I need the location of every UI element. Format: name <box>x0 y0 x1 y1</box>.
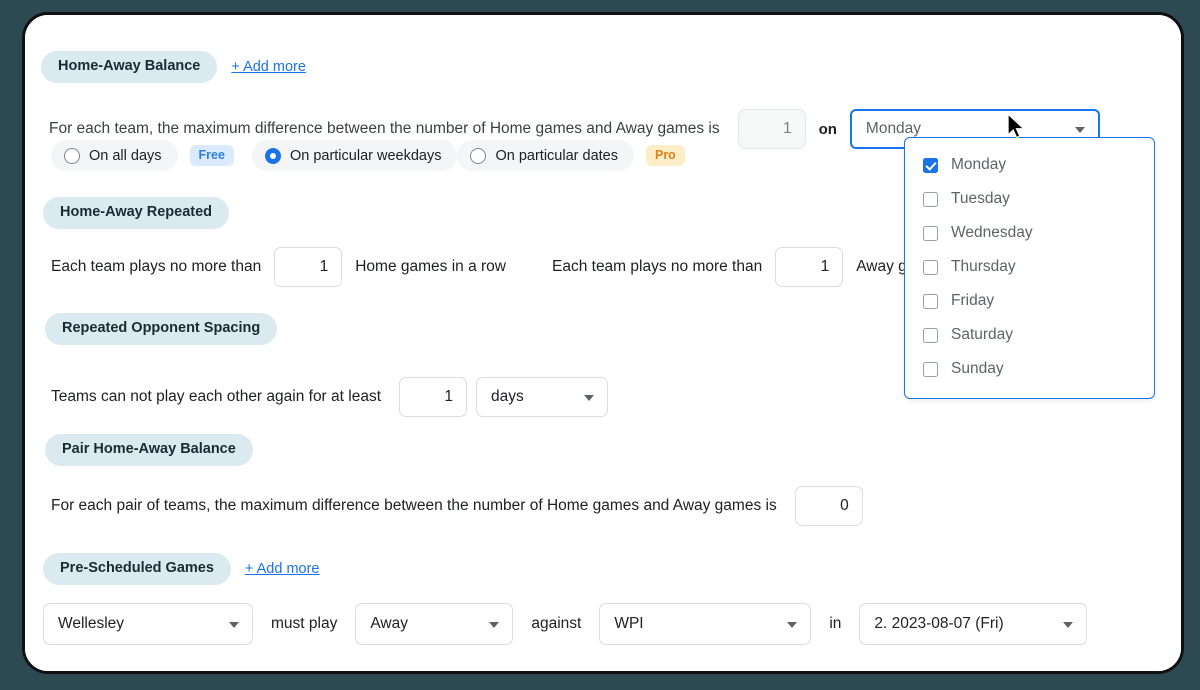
checkbox-icon[interactable] <box>923 293 938 309</box>
chevron-down-icon <box>1074 127 1085 133</box>
checkbox-icon[interactable] <box>923 327 938 343</box>
home-repeat-prefix: Each team plays no more than <box>51 258 262 275</box>
section-header-pre-scheduled-games: Pre-Scheduled Games + Add more <box>43 553 319 585</box>
venue-select-value: Away <box>370 615 408 632</box>
add-more-link-pre-scheduled-games[interactable]: + Add more <box>245 561 320 577</box>
slot-select-value: 2. 2023-08-07 (Fri) <box>874 615 1004 632</box>
opponent-select[interactable]: WPI <box>599 603 812 645</box>
add-more-link-home-away-balance[interactable]: + Add more <box>231 59 306 75</box>
app-window: Home-Away Balance + Add more For each te… <box>22 12 1184 674</box>
menu-item-saturday[interactable]: Saturday <box>905 318 1154 352</box>
pair-home-away-balance-sentence: For each pair of teams, the maximum diff… <box>51 497 777 514</box>
checkbox-icon[interactable] <box>923 191 938 207</box>
radio-label-on-particular-weekdays: On particular weekdays <box>289 147 442 164</box>
repeated-opponent-spacing-rule-row: Teams can not play each other again for … <box>51 377 609 417</box>
day-scope-radio-group: On all days Free On particular weekdays … <box>51 140 685 171</box>
menu-item-label: Tuesday <box>951 190 1010 207</box>
must-play-label: must play <box>271 615 338 632</box>
section-title-repeated-opponent-spacing: Repeated Opponent Spacing <box>45 313 278 345</box>
spacing-unit-value: days <box>491 388 524 405</box>
constraints-panel: Home-Away Balance + Add more For each te… <box>25 15 1181 671</box>
spacing-value-input[interactable] <box>399 377 468 417</box>
chevron-down-icon <box>489 622 500 628</box>
home-repeat-suffix: Home games in a row <box>355 258 506 275</box>
checkbox-icon[interactable] <box>923 259 938 275</box>
weekday-dropdown-menu[interactable]: Monday Tuesday Wednesday Thursday Friday… <box>904 137 1155 399</box>
section-title-pre-scheduled-games: Pre-Scheduled Games <box>43 553 231 585</box>
menu-item-label: Saturday <box>951 326 1014 343</box>
repeated-opponent-spacing-sentence: Teams can not play each other again for … <box>51 388 382 405</box>
section-title-home-away-repeated: Home-Away Repeated <box>43 197 230 229</box>
section-title-home-away-balance: Home-Away Balance <box>41 51 218 83</box>
menu-item-label: Sunday <box>951 360 1004 377</box>
home-away-repeated-rule-row: Each team plays no more than Home games … <box>51 247 1003 287</box>
checkbox-checked-icon[interactable] <box>923 157 938 173</box>
menu-item-label: Monday <box>951 156 1007 173</box>
against-label: against <box>531 615 582 632</box>
in-label: in <box>829 615 842 632</box>
weekday-select-value: Monday <box>865 120 922 137</box>
radio-icon <box>470 147 487 164</box>
venue-select[interactable]: Away <box>355 603 514 645</box>
chevron-down-icon <box>1063 622 1074 628</box>
radio-label-on-particular-dates: On particular dates <box>495 147 618 164</box>
spacing-unit-select[interactable]: days <box>476 377 609 417</box>
menu-item-monday[interactable]: Monday <box>905 148 1154 182</box>
menu-item-friday[interactable]: Friday <box>905 284 1154 318</box>
menu-item-thursday[interactable]: Thursday <box>905 250 1154 284</box>
section-header-pair-home-away-balance: Pair Home-Away Balance <box>45 434 253 466</box>
team-select-value: Wellesley <box>58 615 125 632</box>
menu-item-wednesday[interactable]: Wednesday <box>905 216 1154 250</box>
menu-item-sunday[interactable]: Sunday <box>905 352 1154 386</box>
chevron-down-icon <box>229 622 239 628</box>
section-title-pair-home-away-balance: Pair Home-Away Balance <box>45 434 253 466</box>
home-away-balance-sentence: For each team, the maximum difference be… <box>49 120 720 137</box>
section-header-home-away-balance: Home-Away Balance + Add more <box>41 51 306 83</box>
slot-select[interactable]: 2. 2023-08-07 (Fri) <box>859 603 1088 645</box>
away-games-in-a-row-input[interactable] <box>775 247 844 287</box>
menu-item-tuesday[interactable]: Tuesday <box>905 182 1154 216</box>
team-select[interactable]: Wellesley <box>43 603 253 645</box>
radio-on-particular-weekdays[interactable]: On particular weekdays <box>251 140 458 171</box>
radio-on-all-days[interactable]: On all days <box>51 140 178 171</box>
radio-label-on-all-days: On all days <box>89 147 162 164</box>
badge-pro: Pro <box>645 144 685 167</box>
checkbox-icon[interactable] <box>923 225 938 241</box>
chevron-down-icon <box>584 395 595 401</box>
on-label: on <box>818 120 837 138</box>
radio-on-particular-dates[interactable]: On particular dates <box>457 140 634 171</box>
pair-home-away-balance-rule-row: For each pair of teams, the maximum diff… <box>51 486 863 526</box>
section-header-home-away-repeated: Home-Away Repeated <box>43 197 230 229</box>
opponent-select-value: WPI <box>614 615 644 632</box>
max-difference-input[interactable] <box>737 109 806 149</box>
menu-item-label: Thursday <box>951 258 1016 275</box>
radio-icon-selected <box>264 147 281 164</box>
pair-max-difference-input[interactable] <box>794 486 863 526</box>
away-repeat-prefix: Each team plays no more than <box>552 258 763 275</box>
menu-item-label: Friday <box>951 292 995 309</box>
home-games-in-a-row-input[interactable] <box>274 247 343 287</box>
checkbox-icon[interactable] <box>923 361 938 377</box>
pre-scheduled-game-row: Wellesley must play Away against WPI in … <box>43 603 1088 645</box>
chevron-down-icon <box>787 622 798 628</box>
menu-item-label: Wednesday <box>951 224 1033 241</box>
radio-icon <box>64 147 80 164</box>
section-header-repeated-opponent-spacing: Repeated Opponent Spacing <box>45 313 278 345</box>
badge-free: Free <box>189 144 234 167</box>
